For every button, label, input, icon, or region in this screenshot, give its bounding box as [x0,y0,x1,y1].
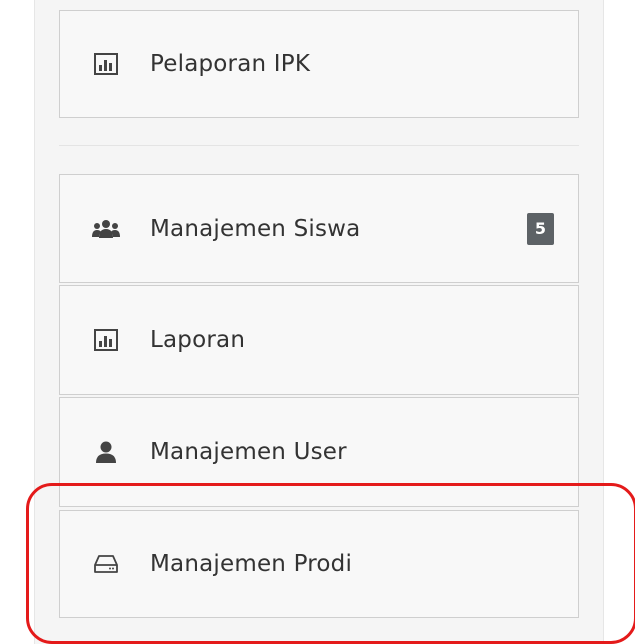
bar-chart-icon [92,50,120,78]
count-badge: 5 [527,212,554,245]
sidebar-item-pelaporan-ipk[interactable]: Pelaporan IPK [59,10,579,118]
sidebar-item-label: Pelaporan IPK [150,51,311,77]
menu-divider [59,145,579,146]
sidebar-item-manajemen-user[interactable]: Manajemen User [59,397,579,507]
sidebar-item-label: Manajemen Siswa [150,215,361,242]
bar-chart-icon [92,326,120,354]
hdd-drive-icon [92,550,120,578]
sidebar-item-laporan[interactable]: Laporan [59,285,579,395]
sidebar-item-label: Laporan [150,327,246,353]
users-group-icon [92,215,120,243]
sidebar-item-label: Manajemen Prodi [150,551,353,577]
sidebar-item-manajemen-prodi[interactable]: Manajemen Prodi [59,510,579,618]
user-icon [92,438,120,466]
screenshot-stage: Pelaporan IPK Manajemen Siswa 5 Laporan … [0,0,635,644]
sidebar-item-manajemen-siswa[interactable]: Manajemen Siswa 5 [59,174,579,283]
sidebar-item-label: Manajemen User [150,439,347,465]
